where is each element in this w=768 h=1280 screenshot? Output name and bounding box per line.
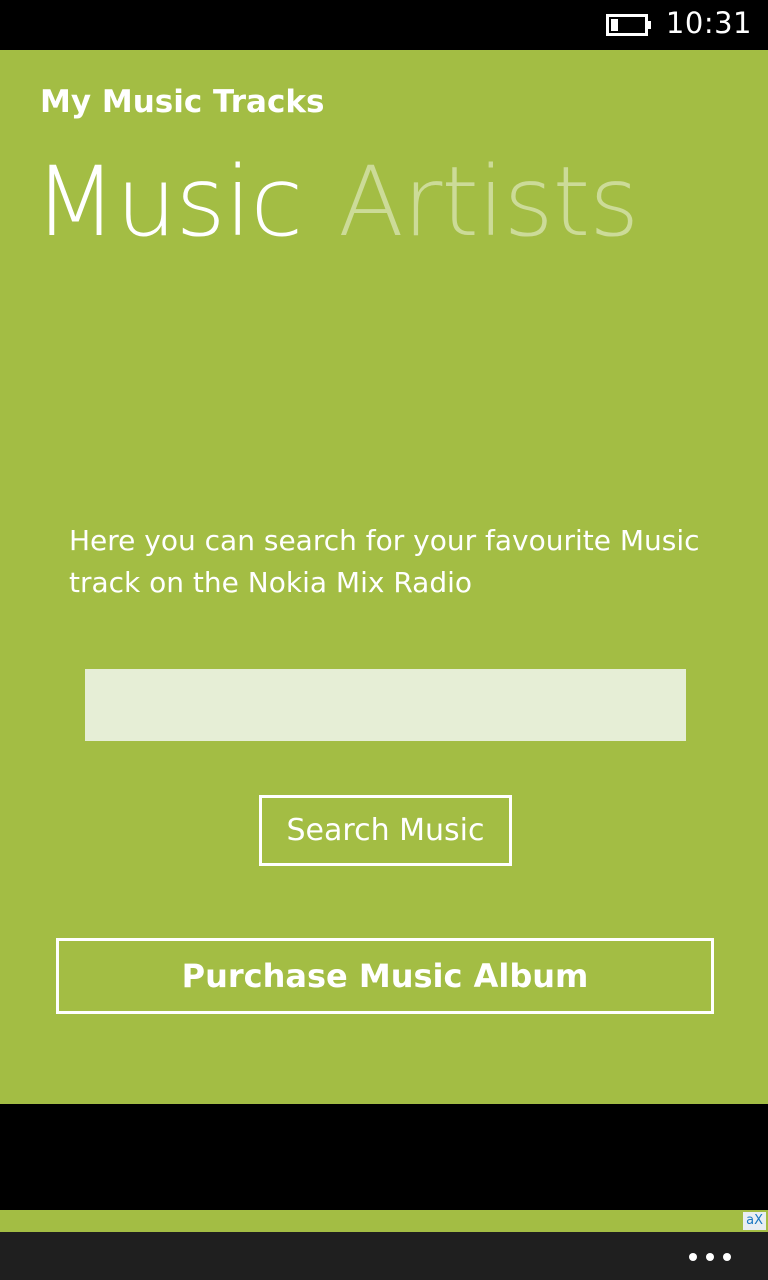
search-input[interactable] [85, 669, 686, 741]
ad-strip: aX [0, 1210, 768, 1232]
ad-badge[interactable]: aX [743, 1212, 766, 1230]
app-bar [0, 1232, 768, 1280]
status-bar: 10:31 [0, 0, 768, 50]
tab-music[interactable]: Music [34, 146, 303, 258]
app-panel: My Music Tracks Music Artists Here you ca… [0, 50, 768, 1104]
pivot-headers: Music Artists [34, 142, 674, 262]
description-text: Here you can search for your favourite M… [69, 524, 700, 599]
app-title: My Music Tracks [40, 84, 325, 120]
tab-artists[interactable]: Artists [338, 146, 639, 258]
clock: 10:31 [665, 6, 752, 40]
ellipsis-icon[interactable] [688, 1252, 732, 1262]
search-music-button[interactable]: Search Music [259, 795, 512, 866]
battery-icon [606, 14, 651, 36]
ad-area[interactable] [0, 1104, 768, 1210]
purchase-album-button[interactable]: Purchase Music Album [56, 938, 714, 1014]
